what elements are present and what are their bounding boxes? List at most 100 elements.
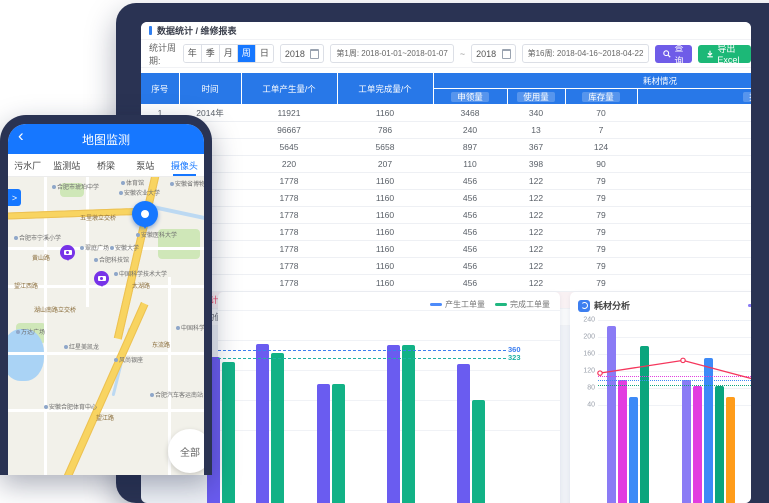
table-cell: 79 xyxy=(565,173,637,190)
table-cell: 1778 xyxy=(241,224,337,241)
period-label: 统计周期: xyxy=(149,41,177,67)
bar-完成工单量 xyxy=(271,353,284,503)
table-cell: 1160 xyxy=(337,190,433,207)
poi-dot-icon xyxy=(14,236,18,240)
table-cell: 11921 xyxy=(241,105,337,122)
table-row: 10177811604561227967 xyxy=(141,258,751,275)
table-cell: 13 xyxy=(507,122,565,139)
map-view[interactable]: > 合肥市琥珀中学体育馆安徽农业大学安徽省博物馆五里墩立交桥合肥市宁溪小学翠庭广… xyxy=(8,177,204,475)
map-road-label: 太湖路 xyxy=(132,281,150,290)
workorder-chart-card: 产生工单量完成工单量 360323 xyxy=(218,292,560,503)
back-chevron-icon[interactable]: ‹ xyxy=(18,126,24,146)
map-road-label: 望江路 xyxy=(96,413,114,422)
download-icon xyxy=(706,50,714,58)
poi-dot-icon xyxy=(114,272,118,276)
end-year-select[interactable]: 2018 xyxy=(471,44,516,63)
table-cell: 19 xyxy=(637,156,751,173)
start-year-value: 2018 xyxy=(285,49,305,59)
table-cell: 5658 xyxy=(337,139,433,156)
phone-tab-泵站[interactable]: 泵站 xyxy=(126,154,165,176)
table-cell: 67 xyxy=(637,241,751,258)
period-seg-月[interactable]: 月 xyxy=(219,45,237,62)
start-week-input[interactable]: 第1周: 2018-01-01~2018-01-07 xyxy=(330,44,453,63)
col-header: 工单产生量/个 xyxy=(241,73,337,105)
phone-tab-bar: 污水厂监测站桥梁泵站摄像头 xyxy=(8,154,204,177)
poi-dot-icon xyxy=(114,358,118,362)
calendar-icon xyxy=(310,49,319,59)
phone-tab-摄像头[interactable]: 摄像头 xyxy=(165,154,204,176)
reference-label: 360 xyxy=(508,345,521,354)
table-cell: 690 xyxy=(637,122,751,139)
period-seg-年[interactable]: 年 xyxy=(184,45,201,62)
period-segmented-control: 年季月周日 xyxy=(183,44,274,63)
group-header: 耗材情况 xyxy=(433,73,751,89)
map-road-label: 望江西路 xyxy=(14,281,38,290)
table-cell: 79 xyxy=(565,207,637,224)
map-poi-label: 安徽合肥体育中心 xyxy=(44,402,97,411)
trend-line xyxy=(598,292,751,503)
table-cell: 122 xyxy=(507,275,565,292)
sub-col-pill: 申领量 xyxy=(451,92,489,102)
table-cell: 456 xyxy=(433,173,507,190)
sub-col-header: 使用量 xyxy=(507,89,565,105)
y-axis-tick: 240 xyxy=(583,317,598,324)
breadcrumb-accent xyxy=(149,26,152,35)
table-cell: 220 xyxy=(241,156,337,173)
y-axis-tick: 200 xyxy=(583,334,598,341)
phone-tab-监测站[interactable]: 监测站 xyxy=(47,154,86,176)
table-row: 296667786240137690 xyxy=(141,122,751,139)
calendar-icon xyxy=(502,49,511,59)
camera-pin-icon[interactable] xyxy=(60,245,75,260)
end-week-input[interactable]: 第16周: 2018-04-16~2018-04-22 xyxy=(522,44,650,63)
table-cell: 90 xyxy=(565,156,637,173)
table-cell: 1778 xyxy=(241,258,337,275)
table-cell: 1160 xyxy=(337,275,433,292)
sub-col-header: 库存量 xyxy=(565,89,637,105)
selected-location-pin[interactable] xyxy=(132,201,158,227)
table-cell: 122 xyxy=(507,207,565,224)
bar-产生工单量 xyxy=(387,345,400,503)
table-cell: 67 xyxy=(637,190,751,207)
table-cell: 67 xyxy=(637,258,751,275)
map-poi-label: 合肥汽车客运南站 xyxy=(150,390,203,399)
table-cell: 122 xyxy=(507,224,565,241)
poi-dot-icon xyxy=(121,181,125,185)
table-cell: 1160 xyxy=(337,258,433,275)
dashboard-panel: 数据统计 / 维修报表 统计周期: 年季月周日 2018 第1周: 2018-0… xyxy=(141,22,751,503)
table-cell: 67 xyxy=(637,224,751,241)
phone-tab-污水厂[interactable]: 污水厂 xyxy=(8,154,47,176)
reference-line xyxy=(218,350,506,351)
table-cell: 398 xyxy=(507,156,565,173)
gridline xyxy=(218,310,560,311)
table-row: 8177811604561227967 xyxy=(141,224,751,241)
table-cell: 456 xyxy=(433,224,507,241)
table-cell: 1160 xyxy=(337,105,433,122)
period-seg-季[interactable]: 季 xyxy=(201,45,219,62)
table-cell: 786 xyxy=(337,122,433,139)
bar-产生工单量 xyxy=(317,384,330,503)
table-cell: 1160 xyxy=(337,173,433,190)
start-year-select[interactable]: 2018 xyxy=(280,44,325,63)
map-road xyxy=(8,409,204,412)
search-button[interactable]: 查询 xyxy=(655,45,692,63)
phone-frame: ‹ 地图监测 污水厂监测站桥梁泵站摄像头 > 合肥市琥珀中学体育馆安徽农业大学安… xyxy=(0,115,212,475)
end-year-value: 2018 xyxy=(476,49,496,59)
map-expand-button[interactable]: > xyxy=(8,189,21,206)
show-all-button[interactable]: 全部 xyxy=(168,429,204,473)
period-seg-日[interactable]: 日 xyxy=(255,45,273,62)
table-cell: 122 xyxy=(507,173,565,190)
export-excel-button[interactable]: 导出Excel xyxy=(698,45,751,63)
map-road xyxy=(86,177,89,307)
col-header: 时间 xyxy=(179,73,241,105)
sub-col-pill: 使用量 xyxy=(517,92,555,102)
analysis-icon xyxy=(578,300,590,312)
phone-tab-桥梁[interactable]: 桥梁 xyxy=(86,154,125,176)
y-axis-tick: 80 xyxy=(587,385,598,392)
map-poi-label: 体育馆 xyxy=(121,178,144,187)
consumable-chart-plot: 2402001601208040 xyxy=(598,292,751,503)
period-seg-周[interactable]: 周 xyxy=(237,45,255,62)
table-cell: 207 xyxy=(337,156,433,173)
camera-lens-icon xyxy=(64,250,72,255)
table-row: 7177811604561227967 xyxy=(141,207,751,224)
camera-pin-icon[interactable] xyxy=(94,271,109,286)
